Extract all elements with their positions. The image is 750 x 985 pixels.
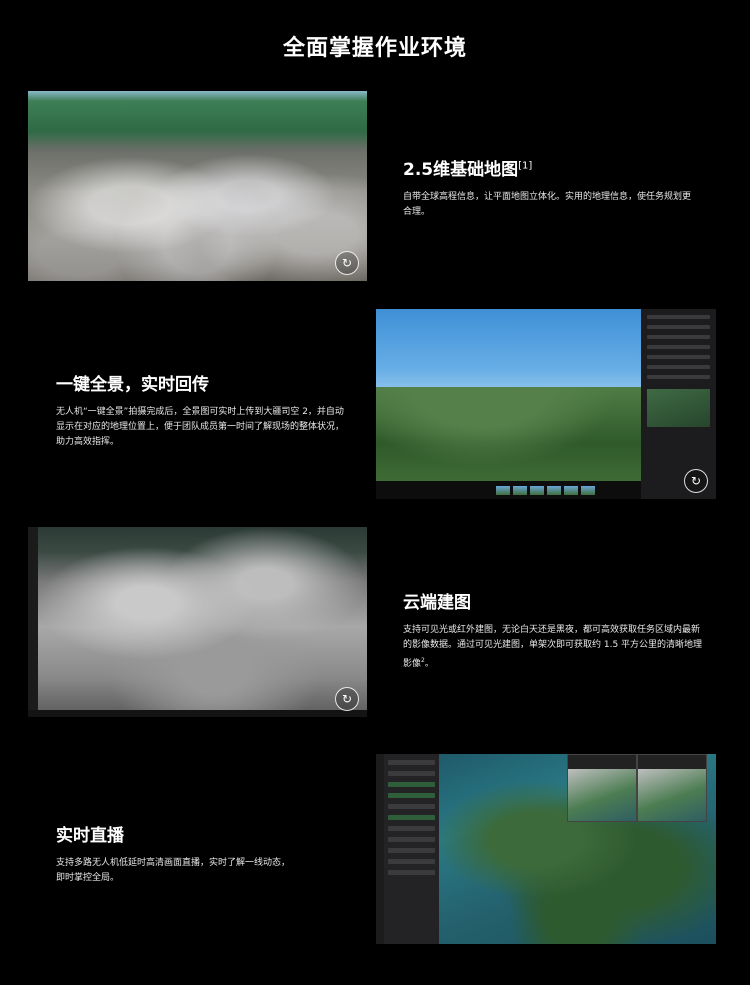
replay-icon[interactable]: ↻ <box>684 469 708 493</box>
feature-title: 实时直播 <box>56 826 124 846</box>
panorama-screenshot: ↻ <box>376 309 716 499</box>
tool-sidebar <box>28 527 38 717</box>
feature-2-5d-map: 2.5维基础地图[1] 自带全球高程信息，让平面地图立体化。实用的地理信息，使任… <box>403 155 693 220</box>
device-list-panel <box>384 754 439 944</box>
feature-live-stream: 实时直播 支持多路无人机低延时高清画面直播，实时了解一线动态，即时掌控全局。 <box>56 821 296 886</box>
cloud-modeling-screenshot: ↻ <box>28 527 367 717</box>
mini-map <box>647 389 710 427</box>
feature-title: 云端建图 <box>403 593 471 613</box>
live-stream-screenshot <box>376 754 716 944</box>
feature-title: 一键全景，实时回传 <box>56 375 209 395</box>
panorama-terrain <box>376 387 641 481</box>
replay-icon[interactable]: ↻ <box>335 687 359 711</box>
live-feed-window[interactable] <box>567 754 637 822</box>
feature-desc: 无人机“一键全景”拍摄完成后，全景图可实时上传到大疆司空 2，并自动显示在对应的… <box>56 407 345 447</box>
feature-cloud-modeling: 云端建图 支持可见光或红外建图，无论白天还是黑夜，都可高效获取任务区域内最新的影… <box>403 588 703 672</box>
feature-panorama: 一键全景，实时回传 无人机“一键全景”拍摄完成后，全景图可实时上传到大疆司空 2… <box>56 370 346 450</box>
terrain-map-image: ↻ <box>28 91 367 281</box>
info-panel <box>641 309 716 499</box>
status-bar <box>28 710 367 717</box>
feature-desc: 支持可见光或红外建图，无论白天还是黑夜，都可高效获取任务区域内最新的影像数据。通… <box>403 625 703 669</box>
feature-desc: 支持多路无人机低延时高清画面直播，实时了解一线动态，即时掌控全局。 <box>56 858 291 883</box>
live-feed-window[interactable] <box>637 754 707 822</box>
nav-rail <box>376 754 384 944</box>
replay-icon[interactable]: ↻ <box>335 251 359 275</box>
feature-desc: 自带全球高程信息，让平面地图立体化。实用的地理信息，使任务规划更合理。 <box>403 192 692 217</box>
page-title: 全面掌握作业环境 <box>282 36 467 61</box>
thumbnail-strip[interactable] <box>496 486 595 496</box>
feature-title: 2.5维基础地图[1] <box>403 160 533 180</box>
